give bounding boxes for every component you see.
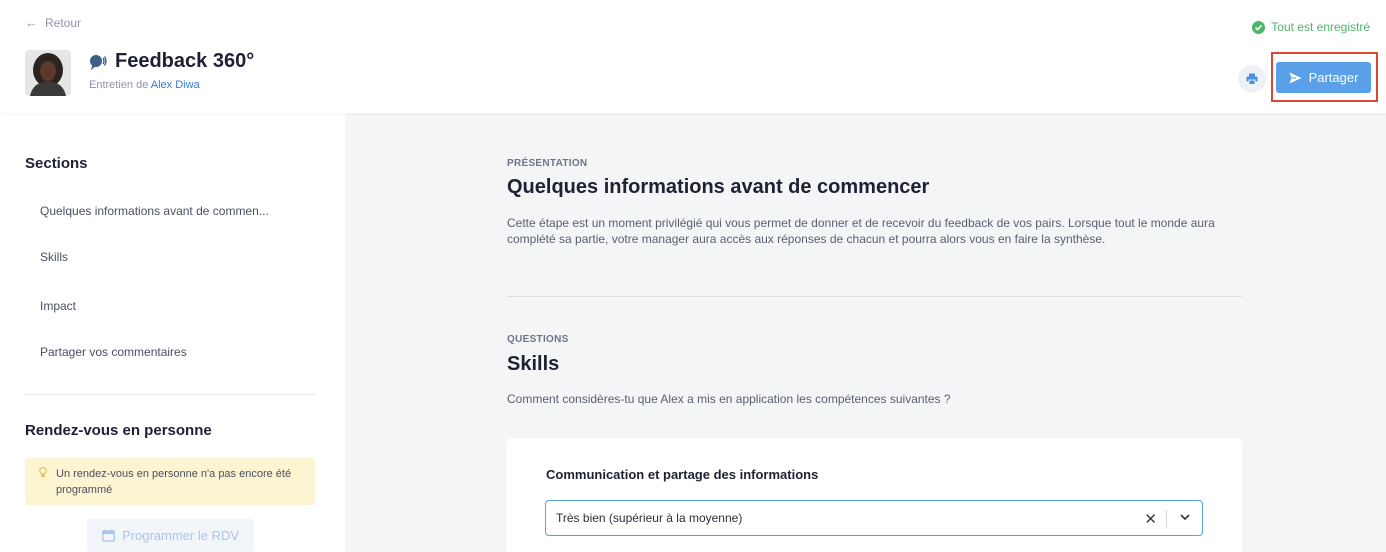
back-label: Retour [45,15,82,30]
clear-icon[interactable]: ✕ [1144,510,1157,528]
presentation-text: Cette étape est un moment privilégié qui… [507,216,1215,246]
back-link[interactable]: ← Retour [25,15,81,30]
save-status-label: Tout est enregistré [1271,20,1370,34]
schedule-meeting-label: Programmer le RDV [121,528,240,543]
question-card: Communication et partage des information… [506,438,1242,552]
sidebar-item-presentation[interactable]: Quelques informations avant de commen... [40,204,269,218]
calendar-icon [102,529,115,542]
main-content: PRÉSENTATION Quelques informations avant… [345,113,1386,552]
questions-title: Skills [507,353,560,375]
sidebar-item-impact[interactable]: Impact [40,299,76,313]
sidebar-item-comments[interactable]: Partager vos commentaires [40,345,187,359]
presentation-eyebrow: PRÉSENTATION [507,158,588,169]
lightbulb-icon [39,466,47,505]
subtitle: Entretien de Alex Diwa [89,79,200,91]
page-title: Feedback 360° [115,50,255,72]
subtitle-prefix: Entretien de [89,79,149,91]
question-title: Communication et partage des information… [546,467,819,482]
save-status: Tout est enregistré [1252,20,1370,34]
rating-select-value: Très bien (supérieur à la moyenne) [556,511,743,525]
presentation-title: Quelques informations avant de commencer [507,176,930,198]
section-divider [507,296,1242,297]
select-separator [1166,510,1167,527]
meeting-notice: Un rendez-vous en personne n'a pas encor… [25,458,315,505]
check-circle-icon [1252,20,1266,34]
questions-text: Comment considères-tu que Alex a mis en … [507,392,951,406]
meeting-notice-text: Un rendez-vous en personne n'a pas encor… [56,468,292,496]
employee-link[interactable]: Alex Diwa [151,79,200,91]
send-icon [1289,72,1302,83]
chevron-down-icon[interactable] [1179,511,1191,526]
share-button[interactable]: Partager [1276,62,1371,93]
rating-select[interactable]: Très bien (supérieur à la moyenne) ✕ [545,500,1203,536]
header: ← Retour Feedback 360° Entretien de Alex… [0,0,1386,113]
sidebar-item-skills[interactable]: Skills [40,250,68,264]
printer-icon [1246,73,1258,85]
questions-eyebrow: QUESTIONS [507,334,569,345]
sections-heading: Sections [25,155,88,172]
meeting-heading: Rendez-vous en personne [25,422,212,439]
print-button[interactable] [1238,65,1266,93]
sidebar: Sections Quelques informations avant de … [0,113,345,552]
title-row: Feedback 360° [89,50,254,73]
schedule-meeting-button[interactable]: Programmer le RDV [87,519,254,552]
speech-bubble-icon [89,54,107,70]
share-label: Partager [1308,70,1359,85]
arrow-left-icon: ← [25,15,38,30]
sidebar-divider [25,394,315,395]
avatar [25,50,71,96]
